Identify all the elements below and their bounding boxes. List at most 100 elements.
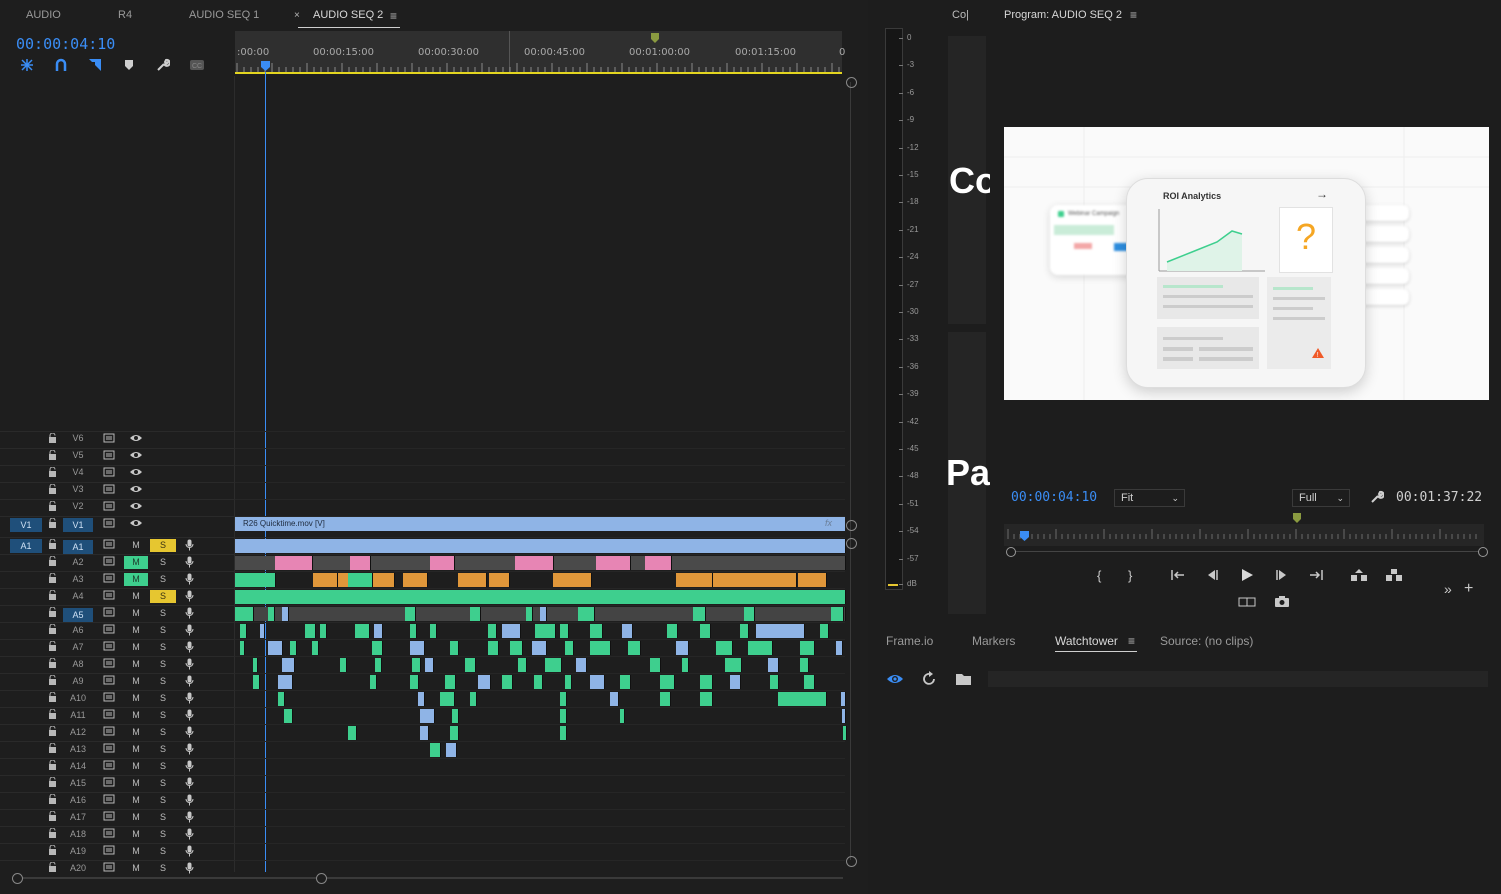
audio-clip[interactable] <box>700 675 713 689</box>
audio-clip[interactable] <box>565 641 574 655</box>
audio-clip[interactable] <box>430 743 441 757</box>
track-name[interactable]: A12 <box>63 727 93 737</box>
audio-clip[interactable] <box>725 658 742 672</box>
audio-clip[interactable] <box>526 607 533 621</box>
program-scrubber[interactable] <box>1004 524 1484 546</box>
audio-clip[interactable] <box>348 573 373 587</box>
track-name[interactable]: A3 <box>63 574 93 584</box>
quality-select[interactable]: Full ⌄ <box>1292 489 1350 507</box>
audio-clip[interactable] <box>770 675 779 689</box>
mute-button[interactable]: M <box>124 556 148 569</box>
work-area-bar[interactable] <box>235 72 842 74</box>
track-name[interactable]: A6 <box>63 625 93 635</box>
audio-clip[interactable] <box>240 641 245 655</box>
audio-clip[interactable] <box>650 658 661 672</box>
solo-button[interactable]: S <box>150 556 176 569</box>
lock-icon[interactable] <box>48 810 57 824</box>
mute-button[interactable]: M <box>124 794 148 807</box>
audio-clip[interactable] <box>590 675 605 689</box>
audio-clip[interactable] <box>660 692 671 706</box>
audio-clip[interactable] <box>620 709 625 723</box>
audio-clip[interactable] <box>470 692 477 706</box>
audio-clip[interactable] <box>831 607 844 621</box>
mute-button[interactable]: M <box>124 624 148 637</box>
audio-clip[interactable] <box>340 658 347 672</box>
sync-lock-icon[interactable] <box>103 726 115 739</box>
mute-button[interactable]: M <box>124 573 148 586</box>
zoom-handle-left[interactable] <box>1006 547 1016 557</box>
solo-button[interactable]: S <box>150 692 176 705</box>
audio-clip[interactable] <box>446 743 457 757</box>
program-marker-icon[interactable] <box>1292 512 1302 524</box>
audio-clip[interactable] <box>768 658 779 672</box>
microphone-icon[interactable] <box>185 794 194 809</box>
audio-clip[interactable] <box>235 539 846 553</box>
microphone-icon[interactable] <box>185 811 194 826</box>
audio-clip[interactable] <box>235 607 254 621</box>
sync-lock-icon[interactable] <box>103 862 115 875</box>
microphone-icon[interactable] <box>185 709 194 724</box>
zoom-handle-right[interactable] <box>1478 547 1488 557</box>
audio-clip[interactable] <box>798 573 827 587</box>
audio-clip[interactable] <box>716 641 733 655</box>
solo-button[interactable]: S <box>150 641 176 654</box>
play-icon[interactable] <box>1240 568 1254 582</box>
sync-lock-icon[interactable] <box>103 539 115 552</box>
mute-button[interactable]: M <box>124 539 148 552</box>
comparison-view-icon[interactable] <box>1238 596 1256 608</box>
audio-clip[interactable] <box>253 658 258 672</box>
sync-lock-icon[interactable] <box>103 794 115 807</box>
lock-icon[interactable] <box>48 466 57 480</box>
solo-button[interactable]: S <box>150 811 176 824</box>
track-name[interactable]: A4 <box>63 591 93 601</box>
track-name[interactable]: V2 <box>63 501 93 511</box>
track-name[interactable]: V3 <box>63 484 93 494</box>
lock-icon[interactable] <box>48 517 57 531</box>
microphone-icon[interactable] <box>185 607 194 622</box>
audio-clip[interactable] <box>700 692 713 706</box>
fit-select[interactable]: Fit ⌄ <box>1114 489 1185 507</box>
sync-lock-icon[interactable] <box>103 433 115 446</box>
sync-lock-icon[interactable] <box>103 518 115 531</box>
tab-audio-seq-2[interactable]: AUDIO SEQ 2 <box>313 9 383 21</box>
microphone-icon[interactable] <box>185 624 194 639</box>
track-name[interactable]: A20 <box>63 863 93 873</box>
audio-clip[interactable] <box>768 573 797 587</box>
track-name[interactable]: A1 <box>63 540 93 554</box>
source-patch-a1[interactable]: A1 <box>10 539 42 553</box>
audio-clip[interactable] <box>804 675 815 689</box>
solo-button[interactable]: S <box>150 794 176 807</box>
audio-clip[interactable] <box>693 607 706 621</box>
mute-button[interactable]: M <box>124 777 148 790</box>
audio-clip[interactable] <box>502 675 513 689</box>
lock-icon[interactable] <box>48 623 57 637</box>
scroll-handle[interactable] <box>846 520 857 531</box>
track-name[interactable]: A7 <box>63 642 93 652</box>
audio-clip[interactable] <box>843 726 847 740</box>
audio-clip[interactable] <box>372 641 383 655</box>
audio-clip[interactable] <box>800 658 809 672</box>
audio-clip[interactable] <box>304 556 313 570</box>
microphone-icon[interactable] <box>185 556 194 571</box>
sync-lock-icon[interactable] <box>103 760 115 773</box>
tab-source[interactable]: Source: (no clips) <box>1160 634 1253 648</box>
audio-clip[interactable] <box>420 709 435 723</box>
sync-lock-icon[interactable] <box>103 590 115 603</box>
go-to-out-icon[interactable] <box>1308 569 1324 581</box>
mark-in-icon[interactable]: { <box>1097 568 1101 583</box>
sequence-marker-icon[interactable] <box>650 32 660 44</box>
more-controls-icon[interactable]: » <box>1444 581 1452 597</box>
mute-button[interactable]: M <box>124 590 148 603</box>
mute-button[interactable]: M <box>124 862 148 875</box>
lock-icon[interactable] <box>48 640 57 654</box>
refresh-icon[interactable] <box>921 671 937 687</box>
sync-lock-icon[interactable] <box>103 777 115 790</box>
audio-clip[interactable] <box>450 641 459 655</box>
audio-clip[interactable] <box>320 624 327 638</box>
audio-clip[interactable] <box>425 658 434 672</box>
lock-icon[interactable] <box>48 759 57 773</box>
track-name[interactable]: V5 <box>63 450 93 460</box>
sync-lock-icon[interactable] <box>103 709 115 722</box>
mute-button[interactable]: M <box>124 658 148 671</box>
audio-clip[interactable] <box>700 624 711 638</box>
